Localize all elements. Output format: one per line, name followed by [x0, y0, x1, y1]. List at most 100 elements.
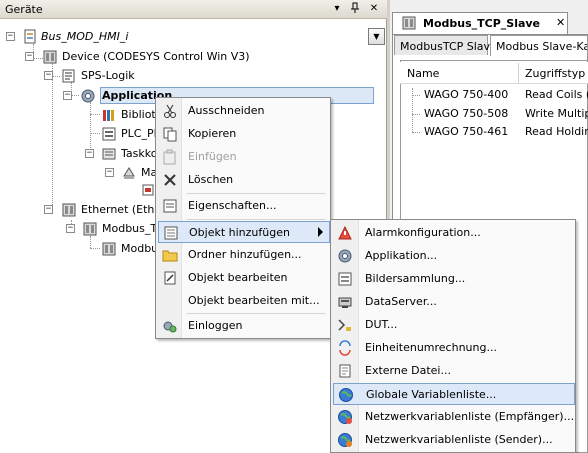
submenu-item-application[interactable]: Applikation... [333, 245, 573, 267]
submenu-item-dataserver[interactable]: DataServer... [333, 291, 573, 313]
close-panel-icon[interactable]: ✕ [367, 2, 381, 16]
tree-item-plc-prg[interactable]: PLC_PF [0, 125, 160, 143]
tree-label-modbus-slave: Modbu [121, 242, 159, 255]
collapse-toggle[interactable]: − [44, 71, 53, 80]
device-icon [82, 221, 98, 237]
tree-item-project[interactable]: − Bus_MOD_HMI_i [0, 28, 370, 46]
tree-item-modbus-tcp[interactable]: − Modbus_TC [0, 220, 164, 238]
submenu-item-image-pool[interactable]: Bildersammlung... [333, 268, 573, 290]
submenu-item-dut[interactable]: DUT... [333, 314, 573, 336]
library-icon [101, 107, 117, 123]
grid-cell-type[interactable]: Write Multiple [525, 107, 588, 120]
menu-separator [186, 313, 326, 314]
collapse-toggle[interactable]: − [63, 91, 72, 100]
menu-item-add-folder[interactable]: Ordner hinzufügen... [158, 244, 328, 266]
properties-icon [162, 198, 178, 214]
collapse-toggle[interactable]: − [85, 149, 94, 158]
grid-cell-type[interactable]: Read Coils (F [525, 88, 588, 101]
scissors-icon [162, 103, 178, 119]
menu-item-cut[interactable]: Ausschneiden [158, 100, 328, 122]
submenu-item-unit-conversion[interactable]: Einheitenumrechnung... [333, 337, 573, 359]
tree-label-task-config: Taskko [121, 147, 158, 160]
pin-icon[interactable] [348, 2, 362, 16]
grid-cell-type[interactable]: Read Holding [525, 125, 588, 138]
folder-icon [162, 247, 178, 263]
plc-logic-icon [61, 68, 77, 84]
unit-conversion-icon [337, 340, 353, 356]
ethernet-icon [61, 202, 77, 218]
delete-x-icon [162, 172, 178, 188]
menu-item-edit-object-with[interactable]: Objekt bearbeiten mit... [158, 290, 328, 312]
tab-modbus-slave-channels[interactable]: Modbus Slave-Kana [490, 35, 588, 56]
menu-item-add-object[interactable]: Objekt hinzufügen [158, 221, 330, 243]
tree-item-task-config[interactable]: − Taskko [0, 145, 160, 163]
collapse-toggle[interactable]: − [6, 32, 15, 41]
submenu-item-network-var-receiver[interactable]: Netzwerkvariablenliste (Empfänger)... [333, 406, 575, 428]
tree-label-ethernet: Ethernet (Ether [81, 203, 166, 216]
menu-item-login[interactable]: Einloggen [158, 315, 328, 337]
tree-item-library[interactable]: Biblioth [0, 106, 163, 124]
menu-separator [186, 193, 326, 194]
menu-label: Globale Variablenliste... [366, 388, 497, 401]
grid-cell-name[interactable]: WAGO 750-508 [424, 107, 508, 120]
column-divider[interactable] [518, 63, 519, 83]
menu-label: Objekt hinzufügen [189, 226, 290, 239]
menu-label: Applikation... [365, 249, 438, 262]
tree-label-plc-logic: SPS-Logik [81, 69, 135, 82]
collapse-toggle[interactable]: − [66, 224, 75, 233]
collapse-toggle[interactable]: − [25, 52, 34, 61]
login-icon [162, 318, 178, 334]
document-tab-label: Modbus_TCP_Slave [423, 17, 541, 30]
panel-menu-icon[interactable]: ▾ [330, 2, 344, 16]
menu-label: Löschen [188, 173, 234, 186]
menu-label: DUT... [365, 318, 398, 331]
collapse-toggle[interactable]: − [44, 205, 53, 214]
context-menu: Ausschneiden Kopieren Einfügen Löschen E… [155, 97, 331, 339]
menu-label: Einfügen [188, 150, 237, 163]
menu-label: Ausschneiden [188, 104, 265, 117]
image-pool-icon [337, 271, 353, 287]
menu-label: Eigenschaften... [188, 199, 277, 212]
menu-label: Netzwerkvariablenliste (Empfänger)... [365, 410, 575, 423]
gear-icon [337, 248, 353, 264]
tree-item-plc-logic[interactable]: − SPS-Logik [0, 67, 370, 85]
tree-item-modbus-slave[interactable]: Modbu [0, 240, 160, 258]
grid-cell-name[interactable]: WAGO 750-400 [424, 88, 508, 101]
task-icon [121, 165, 137, 181]
submenu-item-alarm-config[interactable]: Alarmkonfiguration... [333, 222, 573, 244]
menu-label: Einloggen [188, 319, 243, 332]
menu-separator [186, 219, 326, 220]
menu-label: Objekt bearbeiten mit... [188, 294, 320, 307]
column-header-access-type[interactable]: Zugriffstyp [525, 67, 585, 80]
add-object-submenu: Alarmkonfiguration... Applikation... Bil… [330, 219, 576, 453]
close-tab-icon[interactable]: ✕ [556, 16, 565, 29]
menu-item-edit-object[interactable]: Objekt bearbeiten [158, 267, 328, 289]
submenu-item-external-file[interactable]: Externe Datei... [333, 360, 573, 382]
chevron-down-icon[interactable]: ▼ [368, 28, 385, 45]
menu-item-copy[interactable]: Kopieren [158, 123, 328, 145]
menu-label: Einheitenumrechnung... [365, 341, 497, 354]
menu-label: Ordner hinzufügen... [188, 248, 302, 261]
collapse-toggle[interactable]: − [105, 168, 114, 177]
submenu-item-global-variable-list[interactable]: Globale Variablenliste... [333, 383, 575, 405]
grid-cell-name[interactable]: WAGO 750-461 [424, 125, 508, 138]
column-header-name[interactable]: Name [407, 67, 439, 80]
external-file-icon [337, 363, 353, 379]
document-tab[interactable]: Modbus_TCP_Slave ✕ [392, 12, 568, 34]
tree-item-main-task[interactable]: − Ma [0, 164, 160, 182]
add-object-icon [163, 225, 179, 241]
tree-item-device[interactable]: − Device (CODESYS Control Win V3) [0, 48, 370, 66]
menu-label: Kopieren [188, 127, 237, 140]
dataserver-icon [337, 294, 353, 310]
tree-item-ethernet[interactable]: − Ethernet (Ether [0, 201, 166, 219]
tab-modbustcp-slave[interactable]: ModbusTCP Slave [394, 35, 497, 55]
submenu-item-network-var-sender[interactable]: Netzwerkvariablenliste (Sender)... [333, 429, 573, 451]
globe-icon [337, 409, 353, 425]
menu-item-paste: Einfügen [158, 146, 328, 168]
menu-item-properties[interactable]: Eigenschaften... [158, 195, 328, 217]
panel-title: Geräte [5, 3, 43, 16]
edit-icon [162, 270, 178, 286]
device-icon [101, 241, 117, 257]
devices-panel-header: Geräte ▾ ✕ [0, 0, 387, 19]
menu-item-delete[interactable]: Löschen [158, 169, 328, 191]
